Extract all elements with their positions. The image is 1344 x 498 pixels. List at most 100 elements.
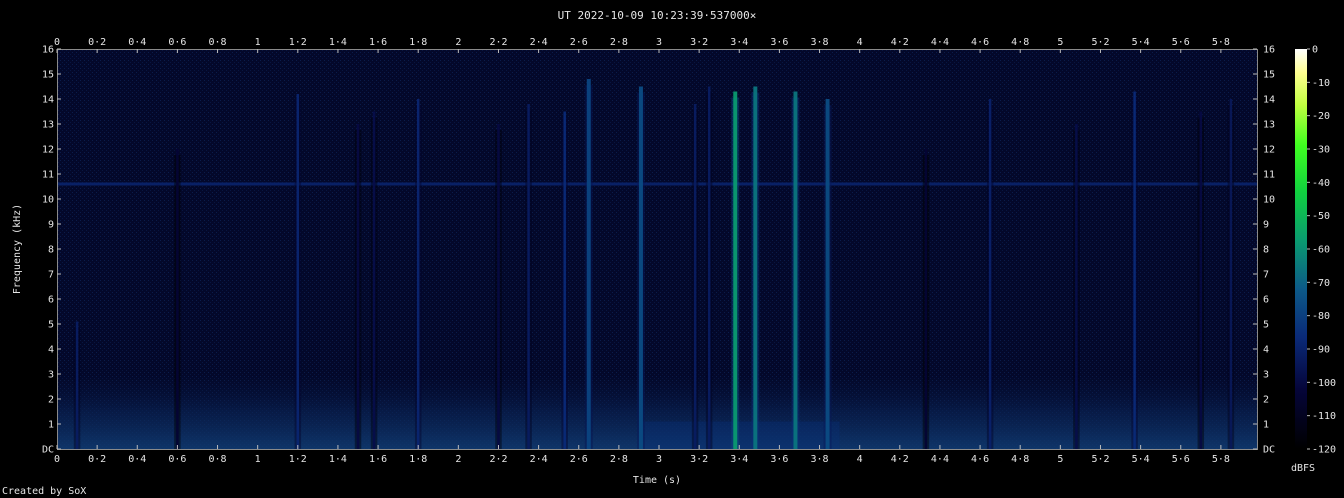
x-tick-label-top: 0 <box>54 37 60 48</box>
x-tick-label-top: 4·6 <box>971 37 989 48</box>
plot-area <box>57 49 1258 450</box>
colorbar-tick-label: -20 <box>1312 111 1330 122</box>
impulse-mark <box>563 111 566 449</box>
y-tick-label-left: 10 <box>42 195 54 206</box>
x-tick-label-bottom: 3·8 <box>811 454 829 465</box>
y-tick-label-right: 5 <box>1263 320 1269 331</box>
x-tick-label-top: 1·8 <box>409 37 427 48</box>
impulse-mark <box>793 91 798 449</box>
colorbar: 0 -10 -20 -30 -40 -50 -60 -70 -80 -90 -100 -110 -120… <box>1291 45 1336 475</box>
x-tick-label-bottom: 2·8 <box>610 454 628 465</box>
x-tick-label-bottom: 1·4 <box>329 454 347 465</box>
x-tick-label-top: 4 <box>857 37 863 48</box>
y-tick-label-left: 16 <box>42 45 54 56</box>
x-tick-label-top: 0·8 <box>209 37 227 48</box>
y-tick-label-left: 9 <box>48 220 54 231</box>
colorbar-tick-label: -120 <box>1312 445 1336 456</box>
x-tick-label-bottom: 2·4 <box>530 454 548 465</box>
x-tick-label-bottom: 0·4 <box>128 454 146 465</box>
x-tick-label-top: 0·6 <box>168 37 186 48</box>
y-tick-label-right: 2 <box>1263 395 1269 406</box>
x-tick-label-top: 5·2 <box>1091 37 1109 48</box>
impulse-mark <box>1133 91 1136 449</box>
x-tick-label-bottom: 5·2 <box>1091 454 1109 465</box>
x-tick-label-bottom: 0·8 <box>209 454 227 465</box>
y-tick-label-right: 4 <box>1263 345 1269 356</box>
colorbar-tick-label: -80 <box>1312 311 1330 322</box>
y-tick-label-right: 14 <box>1263 95 1275 106</box>
impulse-mark <box>75 321 79 449</box>
x-tick-label-bottom: 4 <box>857 454 863 465</box>
x-tick-label-top: 0·4 <box>128 37 146 48</box>
x-tick-label-bottom: 4·4 <box>931 454 949 465</box>
y-tick-label-left: 4 <box>48 345 54 356</box>
x-tick-label-top: 4·4 <box>931 37 949 48</box>
y-tick-label-right: 11 <box>1263 170 1275 181</box>
colorbar-tick-label: -60 <box>1312 245 1330 256</box>
x-tick-label-top: 2·4 <box>530 37 548 48</box>
x-tick-label-top: 2·8 <box>610 37 628 48</box>
colorbar-tick-label: 0 <box>1312 45 1318 56</box>
x-tick-label-bottom: 5·8 <box>1212 454 1230 465</box>
impulse-mark <box>586 79 591 449</box>
colorbar-ticks: 0 -10 -20 -30 -40 -50 -60 -70 -80 -90 -100 -110 -120 <box>1307 45 1336 456</box>
x-tick-label-top: 5·8 <box>1212 37 1230 48</box>
x-tick-label-bottom: 5·6 <box>1172 454 1190 465</box>
impulse-mark <box>707 86 711 449</box>
x-tick-label-bottom: 3·6 <box>770 454 788 465</box>
x-tick-label-bottom: 1·2 <box>289 454 307 465</box>
x-tick-label-bottom: 1·6 <box>369 454 387 465</box>
y-tick-label-right: DC <box>1263 445 1275 456</box>
y-tick-label-right: 10 <box>1263 195 1275 206</box>
colorbar-tick-label: -40 <box>1312 178 1330 189</box>
impulse-mark <box>1199 111 1203 449</box>
x-tick-label-bottom: 3 <box>656 454 662 465</box>
impulse-mark <box>825 99 830 449</box>
y-tick-label-right: 1 <box>1263 420 1269 431</box>
x-tick-label-top: 5 <box>1057 37 1063 48</box>
footer-credit: Created by SoX <box>2 486 87 497</box>
x-tick-label-top: 3·8 <box>811 37 829 48</box>
y-tick-label-left: 1 <box>48 420 54 431</box>
x-tick-label-bottom: 5·4 <box>1132 454 1150 465</box>
x-tick-label-bottom: 5 <box>1057 454 1063 465</box>
y-tick-label-left: 11 <box>42 170 54 181</box>
x-tick-label-top: 3·6 <box>770 37 788 48</box>
y-tick-label-right: 16 <box>1263 45 1275 56</box>
impulse-mark <box>988 99 992 449</box>
y-tick-label-right: 15 <box>1263 70 1275 81</box>
y-tick-label-left: 13 <box>42 120 54 131</box>
x-tick-label-top: 1·2 <box>289 37 307 48</box>
impulse-mark <box>356 124 360 449</box>
y-tick-label-right: 7 <box>1263 270 1269 281</box>
x-tick-label-top: 2 <box>455 37 461 48</box>
y-tick-label-left: 6 <box>48 295 54 306</box>
impulse-mark <box>176 149 179 449</box>
y-axis-label: Frequency (kHz) <box>12 204 23 294</box>
y-tick-label-left: 5 <box>48 320 54 331</box>
impulse-mark <box>416 99 420 449</box>
colorbar-tick-label: -50 <box>1312 211 1330 222</box>
x-tick-label-bottom: 1·8 <box>409 454 427 465</box>
colorbar-tick-label: -30 <box>1312 145 1330 156</box>
colorbar-tick-label: -90 <box>1312 345 1330 356</box>
y-tick-label-left: 14 <box>42 95 54 106</box>
x-tick-label-top: 3·2 <box>690 37 708 48</box>
x-tick-label-top: 5·6 <box>1172 37 1190 48</box>
y-tick-label-left: DC <box>42 445 54 456</box>
x-tick-label-bottom: 1 <box>255 454 261 465</box>
x-tick-label-top: 1 <box>255 37 261 48</box>
impulse-mark <box>733 91 738 449</box>
x-tick-label-bottom: 2·2 <box>489 454 507 465</box>
x-tick-label-bottom: 0·2 <box>88 454 106 465</box>
colorbar-tick-label: -110 <box>1312 411 1336 422</box>
x-tick-label-bottom: 4·6 <box>971 454 989 465</box>
x-tick-label-top: 1·4 <box>329 37 347 48</box>
x-tick-label-top: 0·2 <box>88 37 106 48</box>
x-tick-label-top: 3·4 <box>730 37 748 48</box>
impulse-mark <box>753 86 758 449</box>
y-tick-label-left: 2 <box>48 395 54 406</box>
impulse-mark <box>1075 124 1078 449</box>
chart-title: UT 2022-10-09 10:23:39·537000× <box>558 9 757 22</box>
colorbar-tick-label: -100 <box>1312 378 1336 389</box>
